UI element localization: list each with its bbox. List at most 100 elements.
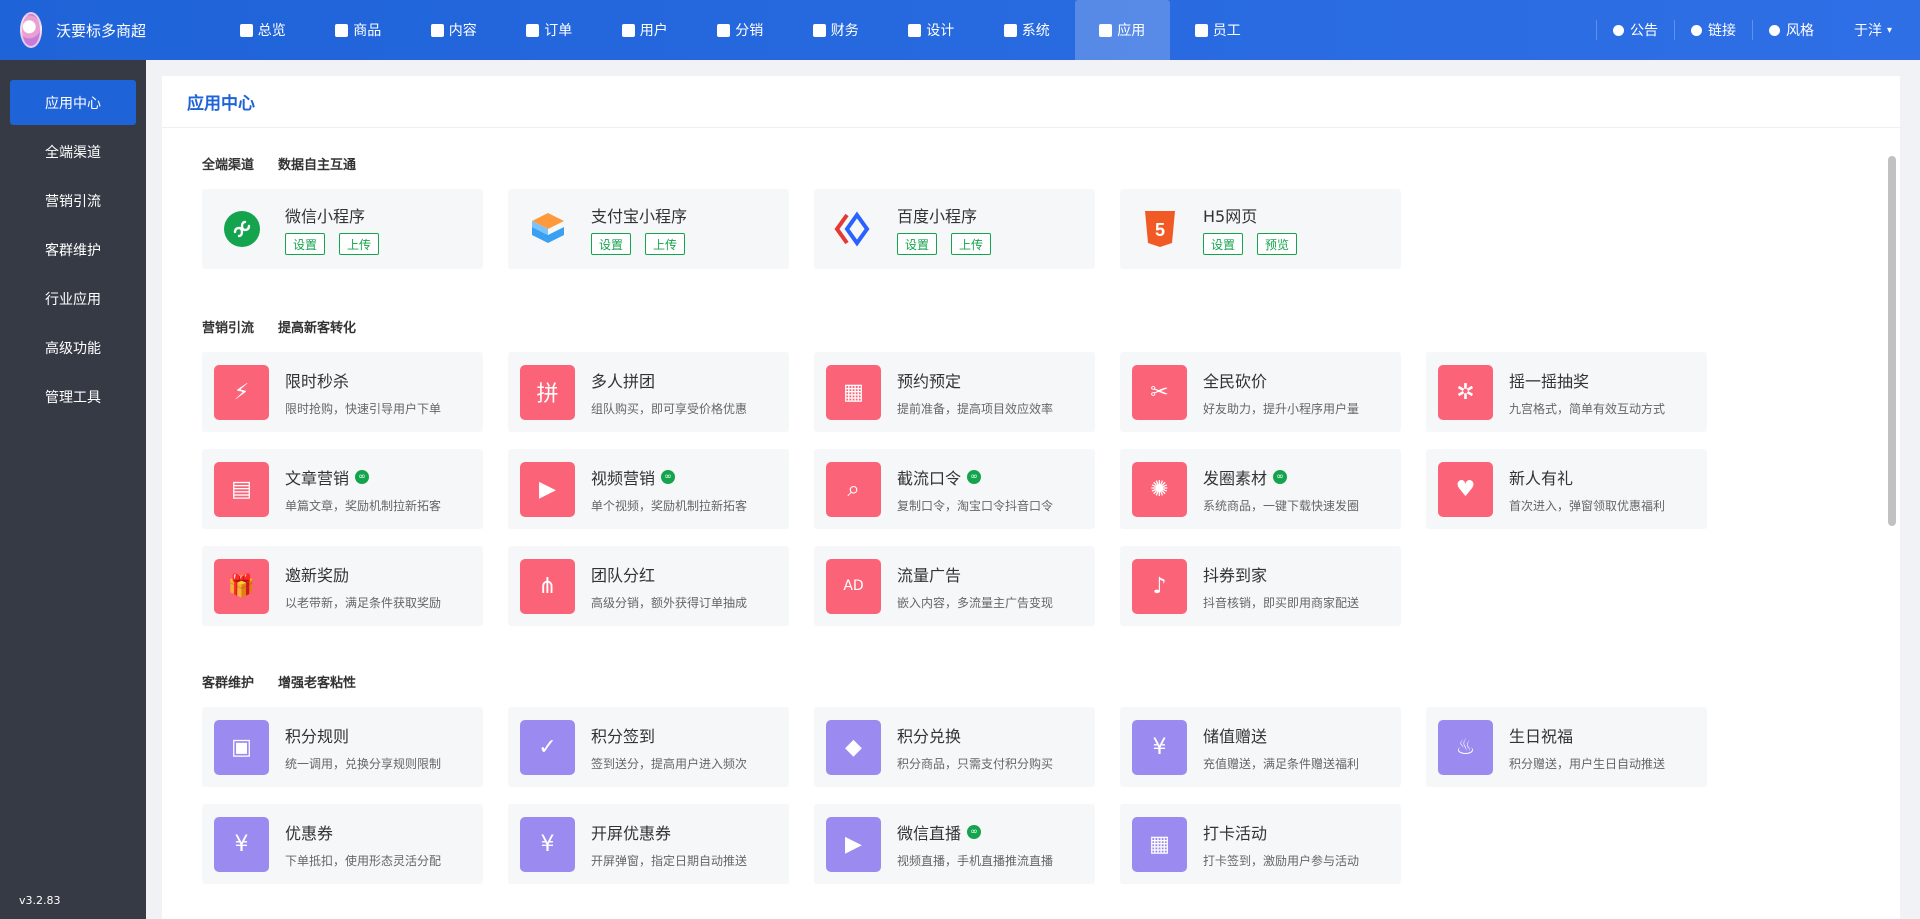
app-name: 团队分红 <box>591 565 656 585</box>
section-subtitle: 提高新客转化 <box>278 321 357 336</box>
app-tile[interactable]: ¥ 优惠券 下单抵扣，使用形态灵活分配 <box>202 804 483 884</box>
app-tile[interactable]: ⚡ 限时秒杀 限时抢购，快速引导用户下单 <box>202 352 483 432</box>
settings-button[interactable]: 设置 <box>897 233 938 255</box>
app-tile[interactable]: AD 流量广告 嵌入内容，多流量主广告变现 <box>814 546 1095 626</box>
upload-button[interactable]: 上传 <box>339 233 380 255</box>
theme-link[interactable]: 风格 <box>1751 20 1830 40</box>
nav-item[interactable]: 用户 <box>597 0 693 60</box>
channel-buttons: 设置 上传 <box>591 233 687 255</box>
app-tile[interactable]: ▦ 预约预定 提前准备，提高项目效应效率 <box>814 352 1095 432</box>
link-link[interactable]: 链接 <box>1673 20 1752 40</box>
app-tile[interactable]: ▶ 微信直播 ∞ 视频直播，手机直播推流直播 <box>814 804 1095 884</box>
app-text: 视频营销 ∞ 单个视频，奖励机制拉新拓客 <box>591 465 747 514</box>
user-menu[interactable]: 于洋 ▾ <box>1830 20 1892 40</box>
nav-item[interactable]: 财务 <box>788 0 884 60</box>
nav-item[interactable]: 商品 <box>311 0 407 60</box>
brand[interactable]: 沃要标多商超 <box>0 0 146 60</box>
channel-text: 百度小程序 设置 上传 <box>897 203 992 255</box>
app-tile[interactable]: ✲ 摇一摇抽奖九宫格式，简单有效互动方式 <box>1426 352 1707 432</box>
app-description: 好友助力，提升小程序用户量 <box>1203 401 1360 416</box>
app-description: 积分赠送，用户生日自动推送 <box>1509 756 1666 771</box>
nav-item[interactable]: 订单 <box>502 0 598 60</box>
app-name: 多人拼团 <box>591 371 656 391</box>
sidebar-item[interactable]: 全端渠道 <box>10 129 136 174</box>
channel-tile[interactable]: 百度小程序 设置 上传 <box>814 189 1095 269</box>
app-text: 新人有礼 首次进入，弹窗领取优惠福利 <box>1509 465 1665 514</box>
app-name: 打卡活动 <box>1203 823 1268 843</box>
app-tile[interactable]: ⋔ 团队分红 高级分销，额外获得订单抽成 <box>508 546 789 626</box>
channel-tile[interactable]: 5 H5网页 设置 预览 <box>1120 189 1401 269</box>
video-play-icon: ▶ <box>520 461 575 517</box>
app-name-row: 文章营销 ∞ <box>285 465 441 489</box>
app-name-row: 限时秒杀 <box>285 368 441 392</box>
marketing-grid: ⚡ 限时秒杀 限时抢购，快速引导用户下单 拼多人拼团 组队购买，即可享受价格优惠 ▦ 预约预… <box>202 352 1707 626</box>
app-tile[interactable]: ▶ 视频营销 ∞ 单个视频，奖励机制拉新拓客 <box>508 449 789 529</box>
section-subtitle: 数据自主互通 <box>278 158 357 173</box>
app-tile[interactable]: ⌕ 截流口令 ∞ 复制口令，淘宝口令抖音口令 <box>814 449 1095 529</box>
nav-item[interactable]: 应用 <box>1074 0 1170 60</box>
nav-item[interactable]: 设计 <box>884 0 980 60</box>
settings-button[interactable]: 设置 <box>1203 233 1244 255</box>
app-name: 摇一摇抽奖 <box>1509 371 1590 391</box>
nav-item[interactable]: 内容 <box>406 0 502 60</box>
link-icon <box>1690 24 1702 36</box>
section-title: 营销引流 <box>202 321 255 336</box>
announcement-link[interactable]: 公告 <box>1595 20 1674 40</box>
wheel-icon: ✲ <box>1438 364 1493 420</box>
settings-button[interactable]: 设置 <box>591 233 632 255</box>
sidebar-item[interactable]: 营销引流 <box>10 178 136 223</box>
app-tile[interactable]: ✺ 发圈素材 ∞ 系统商品，一键下载快速发圈 <box>1120 449 1401 529</box>
app-text: 生日祝福 积分赠送，用户生日自动推送 <box>1509 723 1665 772</box>
lock-icon <box>1194 23 1208 37</box>
app-tile[interactable]: ✂ 全民砍价 好友助力，提升小程序用户量 <box>1120 352 1401 432</box>
sidebar-item[interactable]: 高级功能 <box>10 325 136 370</box>
upload-button[interactable]: 上传 <box>645 233 686 255</box>
bag-icon <box>335 23 349 37</box>
content-card: 应用中心 全端渠道 数据自主互通 微信小程序 设置 上传 支付宝小程序 设置 上传 百度小程… <box>162 76 1900 919</box>
app-tile[interactable]: 🎁 邀新奖励 以老带新，满足条件获取奖励 <box>202 546 483 626</box>
heart-hand-icon: ♥ <box>1438 461 1493 517</box>
sidebar-item[interactable]: 客群维护 <box>10 227 136 272</box>
app-tile[interactable]: ♥ 新人有礼 首次进入，弹窗领取优惠福利 <box>1426 449 1707 529</box>
vertical-scrollbar[interactable] <box>1888 156 1896 526</box>
miniprogram-badge-icon: ∞ <box>355 469 370 484</box>
brush-icon <box>908 23 922 37</box>
nav-item[interactable]: 员工 <box>1170 0 1266 60</box>
app-tile[interactable]: ♪ 抖券到家 抖音核销，即买即用商家配送 <box>1120 546 1401 626</box>
nav-item[interactable]: 系统 <box>979 0 1075 60</box>
calendar-icon: ▦ <box>826 364 881 420</box>
app-description: 嵌入内容，多流量主广告变现 <box>897 595 1054 610</box>
app-name: 全民砍价 <box>1203 371 1268 391</box>
sidebar-item[interactable]: 管理工具 <box>10 374 136 419</box>
coupon-icon: ¥ <box>214 816 269 872</box>
app-tile[interactable]: ◆ 积分兑换 积分商品，只需支付积分购买 <box>814 707 1095 787</box>
home-icon <box>239 23 253 37</box>
upload-button[interactable]: 上传 <box>951 233 992 255</box>
nav-item[interactable]: 分销 <box>693 0 789 60</box>
app-tile[interactable]: ¥ 储值赠送 充值赠送，满足条件赠送福利 <box>1120 707 1401 787</box>
app-description: 签到送分，提高用户进入频次 <box>591 756 748 771</box>
app-tile[interactable]: ▦ 打卡活动 打卡签到，激励用户参与活动 <box>1120 804 1401 884</box>
document-icon <box>430 23 444 37</box>
app-name: 积分签到 <box>591 726 656 746</box>
settings-button[interactable]: 设置 <box>285 233 326 255</box>
channel-tile[interactable]: 微信小程序 设置 上传 <box>202 189 483 269</box>
app-name-row: 优惠券 <box>285 820 441 844</box>
preview-button[interactable]: 预览 <box>1257 233 1298 255</box>
app-tile[interactable]: ▣ 积分规则 统一调用，兑换分享规则限制 <box>202 707 483 787</box>
app-tile[interactable]: ¥ 开屏优惠券 开屏弹窗，指定日期自动推送 <box>508 804 789 884</box>
app-tile[interactable]: ♨ 生日祝福 积分赠送，用户生日自动推送 <box>1426 707 1707 787</box>
nav-item[interactable]: 总览 <box>215 0 311 60</box>
app-text: 全民砍价好友助力，提升小程序用户量 <box>1203 368 1359 417</box>
app-tile[interactable]: 拼多人拼团 组队购买，即可享受价格优惠 <box>508 352 789 432</box>
app-text: 积分规则 统一调用，兑换分享规则限制 <box>285 723 441 772</box>
app-name-row: 视频营销 ∞ <box>591 465 747 489</box>
sidebar-item[interactable]: 行业应用 <box>10 276 136 321</box>
app-tile[interactable]: ✓ 积分签到 签到送分，提高用户进入频次 <box>508 707 789 787</box>
section-title: 全端渠道 <box>202 158 255 173</box>
app-text: 预约预定 提前准备，提高项目效应效率 <box>897 368 1053 417</box>
app-tile[interactable]: ▤ 文章营销 ∞ 单篇文章，奖励机制拉新拓客 <box>202 449 483 529</box>
channel-tile[interactable]: 支付宝小程序 设置 上传 <box>508 189 789 269</box>
sidebar-item[interactable]: 应用中心 <box>10 80 136 125</box>
app-description: 九宫格式，简单有效互动方式 <box>1509 401 1666 416</box>
